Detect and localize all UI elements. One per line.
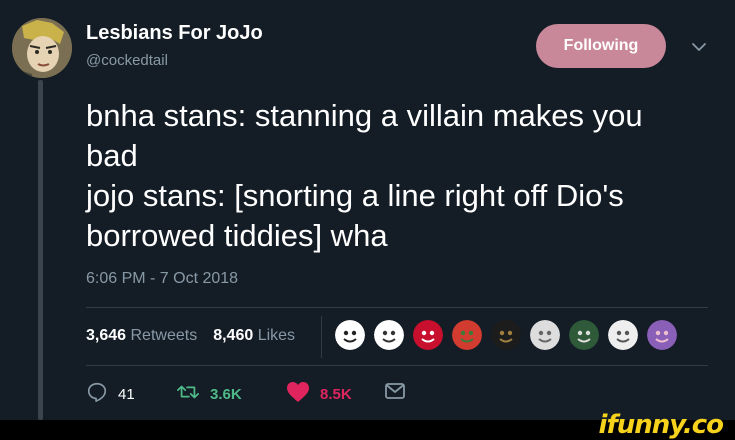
reply-count: 41	[118, 385, 135, 403]
liker-avatar-hello-kitty-stop[interactable]	[411, 318, 445, 352]
tweet-text-line: bad	[86, 138, 138, 173]
divider	[86, 307, 708, 308]
display-name[interactable]: Lesbians For JoJo	[86, 22, 263, 45]
direct-message-button[interactable]	[384, 381, 406, 405]
liker-avatar-sketch[interactable]	[528, 318, 562, 352]
reply-icon	[86, 381, 108, 407]
likes-label[interactable]: Likes	[258, 327, 295, 345]
retweets-count[interactable]: 3,646	[86, 327, 126, 345]
liker-avatars	[333, 318, 679, 354]
likes-count[interactable]: 8,460	[213, 327, 253, 345]
tweet-actions: 41 3.6K 8.5K	[86, 381, 426, 405]
ifunny-watermark: ifunny.co	[598, 410, 724, 440]
following-button[interactable]: Following	[536, 24, 666, 68]
tweet-text-line: borrowed tiddies] wha	[86, 218, 388, 253]
liker-avatar-manga[interactable]	[606, 318, 640, 352]
stats-divider	[321, 316, 322, 358]
tweet-text: bnha stans: stanning a villain makes you…	[86, 96, 716, 256]
chevron-down-icon[interactable]	[688, 38, 710, 56]
retweet-button[interactable]: 3.6K	[176, 381, 242, 407]
profile-avatar[interactable]	[12, 18, 72, 78]
thread-line	[38, 80, 43, 420]
envelope-icon	[384, 381, 406, 405]
divider	[86, 365, 708, 366]
liker-avatar-smiley[interactable]	[372, 318, 406, 352]
retweet-count: 3.6K	[210, 385, 242, 403]
liker-avatar-dark-figure[interactable]	[489, 318, 523, 352]
tweet-timestamp[interactable]: 6:06 PM - 7 Oct 2018	[86, 270, 238, 288]
tweet-text-line: jojo stans: [snorting a line right off D…	[86, 178, 624, 213]
heart-icon	[286, 381, 310, 407]
tweet-stats: 3,646 Retweets 8,460 Likes	[86, 327, 295, 345]
liker-avatar-purple-anime[interactable]	[645, 318, 679, 352]
tweet-text-line: bnha stans: stanning a villain makes you	[86, 98, 643, 133]
user-handle[interactable]: @cockedtail	[86, 52, 168, 69]
retweets-label[interactable]: Retweets	[131, 327, 198, 345]
retweet-icon	[176, 381, 200, 407]
like-button[interactable]: 8.5K	[286, 381, 352, 407]
liker-avatar-robot[interactable]	[333, 318, 367, 352]
like-count: 8.5K	[320, 385, 352, 403]
liker-avatar-anime-red[interactable]	[450, 318, 484, 352]
reply-button[interactable]: 41	[86, 381, 135, 407]
liker-avatar-green-character[interactable]	[567, 318, 601, 352]
